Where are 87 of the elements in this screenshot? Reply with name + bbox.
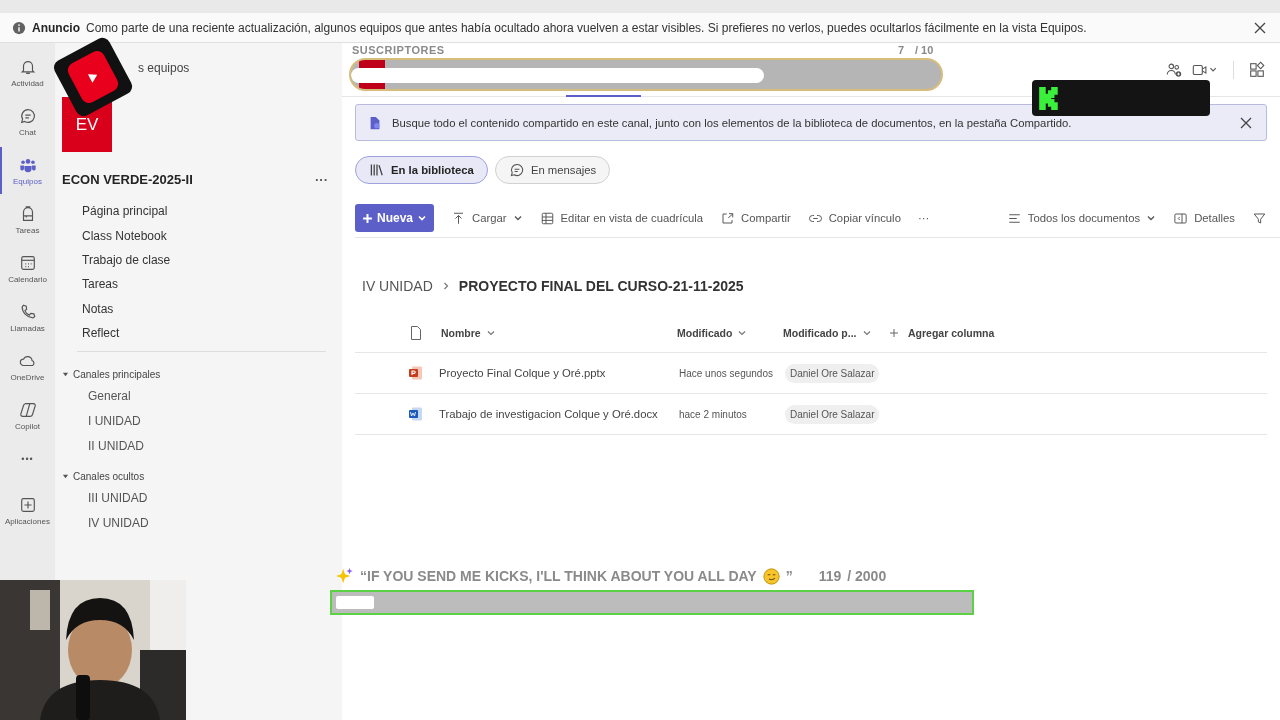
toolbar-button[interactable]: Editar en vista de cuadrícula [539,204,704,232]
goal-title: SUSCRIPTORES [352,44,445,56]
caret-icon [62,370,69,378]
channel-item[interactable]: II UNIDAD [62,434,144,459]
app-bar-item[interactable]: Llamadas [0,294,55,341]
file-name-link[interactable]: Trabajo de investigacion Colque y Oré.docx [439,408,679,420]
channel-group-toggle[interactable]: Canales ocultos [62,468,145,485]
person-chip: Daniel Ore Salazar [785,364,880,383]
goal-title: “IF YOU SEND ME KICKS, I'LL THINK ABOUT YOU ALL DAY [360,568,757,584]
k-logo-icon [1038,86,1060,110]
apps-icon[interactable] [1248,60,1266,79]
channel-item[interactable]: General [62,383,131,408]
powerpoint-file-icon [408,365,424,381]
breadcrumb-item[interactable]: IV UNIDAD [362,278,433,294]
announcement-text: Como parte de una reciente actualización, algunos equipos que antes había ocultado ahora vuelven a estar visibles. Si prefieres no verlos, puedes ocultarlos fácilmente en la vista Equipos. [86,20,1088,35]
grid-icon [539,210,555,226]
chevron-icon [737,328,748,338]
banner-text: Busque todo el contenido compartido en este canal, junto con los elementos de la biblioteca de documentos, en la pestaña Compartido. [392,116,1073,129]
person-chip: Daniel Ore Salazar [785,405,880,424]
sidebar-item[interactable]: Tareas [82,272,119,297]
calendar-icon [18,253,37,272]
word-file-icon [408,406,424,422]
chevron-icon [485,328,496,338]
panel-icon [1173,210,1189,226]
team-name: ECON VERDE-2025-II [62,172,193,187]
app-bar-item[interactable]: Chat [0,98,55,145]
add-icon [18,495,37,514]
chat-icon [508,162,525,178]
toolbar-button[interactable]: Cargar [451,204,523,232]
sidebar-item[interactable]: Reflect [82,320,120,346]
info-icon [12,20,26,35]
add-column-button[interactable]: Agregar columna [889,327,995,339]
chevron-icon [512,213,523,223]
column-header[interactable]: Modificado [677,327,783,339]
document-icon [368,115,382,130]
channel-group-toggle[interactable]: Canales principales [62,366,161,383]
sidebar-item[interactable]: Class Notebook [82,223,167,248]
app-bar-item[interactable]: Actividad [0,49,55,96]
goal-total: / 10 [915,44,934,56]
books-icon [369,162,385,178]
more-button[interactable]: ··· [315,172,328,187]
sparkle-icon [336,567,354,585]
app-bar-item[interactable]: Copilot [0,392,55,439]
smiley-icon [762,567,780,585]
file-icon [408,325,424,341]
breadcrumb-item[interactable]: PROYECTO FINAL DEL CURSO-21-11-2025 [458,278,744,294]
goal-count: 119 [818,568,842,584]
app-bar-item[interactable]: Calendario [0,245,55,292]
goal-total: / 2000 [847,568,887,584]
column-header[interactable]: Nombre [439,327,677,339]
filter-icon [1252,210,1267,226]
goal-count: 7 [898,44,905,56]
channel-item[interactable]: III UNIDAD [62,485,148,510]
more-button[interactable]: ••• [21,441,34,477]
copilot-icon [18,400,37,419]
chevron-icon [1146,213,1157,223]
app-bar-item[interactable]: OneDrive [0,343,55,390]
file-name-link[interactable]: Proyecto Final Colque y Oré.pptx [439,367,679,379]
sidebar-item[interactable]: Página principal [82,199,168,224]
app-bar-item[interactable]: Tareas [0,196,55,243]
toolbar-button[interactable]: Compartir [720,204,791,232]
toolbar-button[interactable]: Todos los documentos [1006,204,1157,232]
channel-item[interactable]: IV UNIDAD [62,510,149,536]
sidebar-item[interactable]: Trabajo de clase [82,247,171,273]
announcement-label: Anuncio [32,20,80,35]
teams-header: s equipos [138,61,190,75]
table-cell-text: Hace unos segundos [679,367,774,379]
caret-icon [62,473,69,480]
column-header[interactable]: Modificado p... [783,327,889,339]
app-bar-item[interactable]: Equipos [0,147,55,194]
plus-icon [362,212,373,224]
new-button[interactable]: Nueva [355,204,435,232]
toolbar-button[interactable]: Detalles [1173,204,1235,232]
plus-icon [889,328,899,338]
chevron-icon [417,213,428,223]
table-cell-text: hace 2 minutos [679,408,748,420]
sidebar-item[interactable]: Notas [82,296,114,321]
toolbar-button[interactable]: Copiar vínculo [807,204,901,232]
more-button[interactable]: ··· [917,204,930,232]
quote-mark: ” [785,568,793,584]
view-tab[interactable]: En la biblioteca [355,156,488,184]
chat-icon [18,106,37,125]
channel-item[interactable]: I UNIDAD [62,408,141,434]
app-bar-item[interactable]: Aplicaciones [0,487,55,534]
chevron-icon [861,328,872,338]
share-icon [720,210,736,226]
view-tab[interactable]: En mensajes [494,156,611,184]
